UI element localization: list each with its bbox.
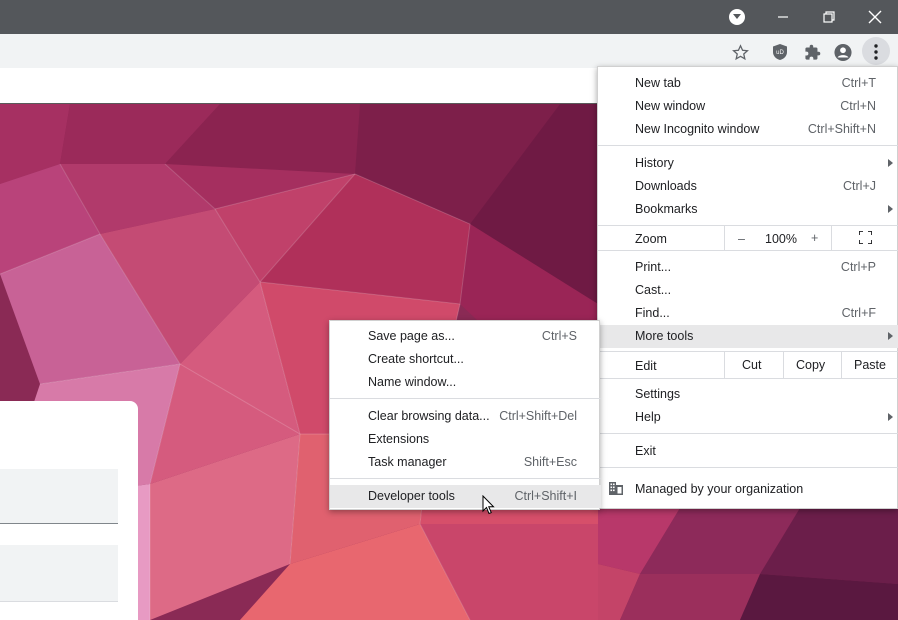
copy-button[interactable]: Copy [796,358,825,372]
submenu-item-name-window[interactable]: Name window... [330,371,601,394]
zoom-divider [831,225,832,250]
browser-toolbar [0,34,898,68]
zoom-divider [724,225,725,250]
chevron-right-icon [888,332,893,340]
menu-item-label: Find... [635,306,670,320]
menu-item-label: New tab [635,76,681,90]
chevron-right-icon [888,159,893,167]
submenu-separator [330,398,601,399]
minimize-button[interactable] [760,0,806,34]
submenu-item-create-shortcut[interactable]: Create shortcut... [330,348,601,371]
submenu-item-label: Developer tools [368,489,455,503]
cut-button[interactable]: Cut [742,358,761,372]
menu-item-label: Print... [635,260,672,274]
paste-button[interactable]: Paste [854,358,886,372]
managed-label: Managed by your organization [635,482,804,496]
menu-item-print[interactable]: Print... Ctrl+P [598,256,898,279]
chrome-main-menu: New tab Ctrl+T New window Ctrl+N New Inc… [597,66,898,509]
menu-item-label: Exit [635,444,656,458]
menu-item-cast[interactable]: Cast... [598,279,898,302]
menu-item-shortcut: Ctrl+N [840,99,876,113]
menu-item-new-window[interactable]: New window Ctrl+N [598,95,898,118]
edit-divider [841,351,842,378]
tab-search-icon[interactable] [729,9,745,25]
chevron-right-icon [888,413,893,421]
menu-item-label: Settings [635,387,681,401]
input-field[interactable] [0,469,118,524]
chevron-right-icon [888,205,893,213]
menu-separator [598,145,898,146]
submenu-separator [330,478,601,479]
menu-item-label: Help [635,410,661,424]
restore-button[interactable] [806,0,852,34]
edit-label: Edit [635,359,657,373]
submenu-item-label: Save page as... [368,329,455,343]
submenu-item-clear-data[interactable]: Clear browsing data... Ctrl+Shift+Del [330,405,601,428]
menu-item-label: New window [635,99,706,113]
page-header [0,68,598,104]
submenu-item-shortcut: Shift+Esc [523,455,577,469]
submenu-item-label: Task manager [368,455,447,469]
menu-item-shortcut: Ctrl+J [843,179,876,193]
submenu-item-label: Extensions [368,432,430,446]
ublock-icon[interactable]: uD [771,43,789,61]
menu-separator [598,378,898,379]
menu-item-label: History [635,156,674,170]
zoom-in-button[interactable]: + [811,231,818,245]
menu-separator [598,351,898,352]
extensions-icon[interactable] [803,43,821,61]
menu-icon[interactable] [867,43,885,61]
menu-item-downloads[interactable]: Downloads Ctrl+J [598,175,898,198]
menu-separator [598,250,898,251]
submenu-item-shortcut: Ctrl+Shift+Del [499,409,577,423]
submenu-item-label: Name window... [368,375,457,389]
menu-separator [598,433,898,434]
input-field[interactable] [0,545,118,602]
submenu-item-shortcut: Ctrl+Shift+I [514,489,577,503]
submenu-item-save-page[interactable]: Save page as... Ctrl+S [330,325,601,348]
submenu-item-label: Clear browsing data... [368,409,490,423]
close-button[interactable] [852,0,898,34]
menu-item-shortcut: Ctrl+F [841,306,876,320]
menu-item-find[interactable]: Find... Ctrl+F [598,302,898,325]
menu-item-label: More tools [635,329,694,343]
menu-item-exit[interactable]: Exit [598,440,898,463]
submenu-item-dev-tools[interactable]: Developer tools Ctrl+Shift+I [330,485,601,508]
menu-item-help[interactable]: Help [598,406,898,429]
more-tools-submenu: Save page as... Ctrl+S Create shortcut..… [329,320,601,510]
edit-divider [724,351,725,378]
star-icon[interactable] [731,43,749,61]
submenu-item-task-manager[interactable]: Task manager Shift+Esc [330,451,601,474]
menu-item-shortcut: Ctrl+Shift+N [807,122,876,136]
edit-divider [783,351,784,378]
menu-separator [598,225,898,226]
svg-text:uD: uD [776,50,784,56]
building-icon [608,481,624,498]
menu-item-label: Bookmarks [635,202,698,216]
zoom-level: 100% [765,232,797,246]
menu-item-settings[interactable]: Settings [598,383,898,406]
menu-item-bookmarks[interactable]: Bookmarks [598,198,898,221]
menu-item-label: Downloads [635,179,697,193]
zoom-label: Zoom [635,232,667,246]
fullscreen-icon[interactable] [858,230,873,247]
menu-item-new-tab[interactable]: New tab Ctrl+T [598,72,898,95]
menu-item-shortcut: Ctrl+P [840,260,876,274]
submenu-item-label: Create shortcut... [368,352,464,366]
submenu-item-extensions[interactable]: Extensions [330,428,601,451]
menu-separator [598,467,898,468]
profile-icon[interactable] [834,43,852,61]
menu-item-more-tools[interactable]: More tools [598,325,898,348]
menu-item-label: Cast... [635,283,672,297]
menu-item-label: New Incognito window [635,122,760,136]
zoom-out-button[interactable]: – [738,232,745,246]
menu-item-shortcut: Ctrl+T [841,76,876,90]
managed-by-org[interactable]: Managed by your organization [598,478,898,501]
menu-item-zoom: Zoom [598,228,898,250]
menu-item-history[interactable]: History [598,152,898,175]
submenu-item-shortcut: Ctrl+S [541,329,577,343]
mouse-cursor-icon [482,494,495,518]
menu-item-new-incognito[interactable]: New Incognito window Ctrl+Shift+N [598,118,898,141]
